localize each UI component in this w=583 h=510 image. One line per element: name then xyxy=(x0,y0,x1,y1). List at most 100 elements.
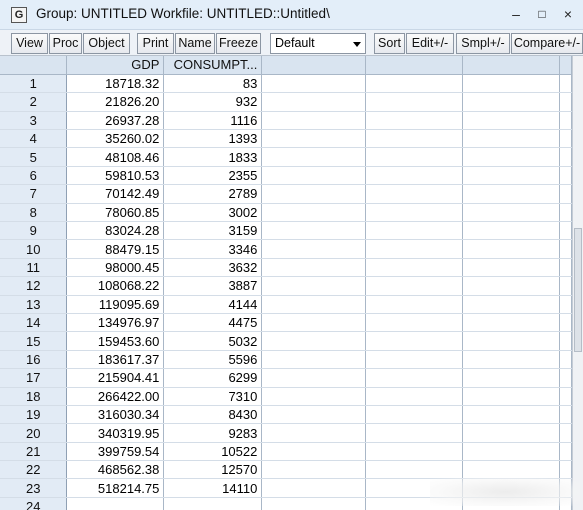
consumption-cell[interactable]: 1833 xyxy=(163,147,263,167)
empty-cell[interactable] xyxy=(462,258,560,278)
gdp-cell[interactable]: 119095.69 xyxy=(66,295,165,314)
empty-cell[interactable] xyxy=(261,497,367,510)
gdp-cell[interactable]: 21826.20 xyxy=(66,92,165,112)
consumption-cell[interactable]: 932 xyxy=(163,92,263,112)
consumption-cell[interactable]: 3632 xyxy=(163,258,263,278)
column-header-consumption[interactable]: CONSUMPT... xyxy=(163,56,263,75)
empty-cell[interactable] xyxy=(261,442,367,462)
consumption-cell[interactable]: 6299 xyxy=(163,368,263,388)
empty-cell[interactable] xyxy=(462,74,560,94)
consumption-cell[interactable]: 1393 xyxy=(163,129,263,149)
empty-cell[interactable] xyxy=(261,92,367,112)
empty-cell[interactable] xyxy=(462,368,560,388)
empty-cell[interactable] xyxy=(462,295,560,314)
table-row[interactable]: 2 21826.20 932 xyxy=(0,92,572,112)
row-header[interactable]: 24 xyxy=(0,497,68,510)
empty-cell[interactable] xyxy=(261,460,367,480)
row-header[interactable]: 16 xyxy=(0,350,68,370)
empty-cell[interactable] xyxy=(559,184,572,204)
column-header-empty[interactable] xyxy=(462,56,560,75)
empty-cell[interactable] xyxy=(462,442,560,462)
maximize-button[interactable]: □ xyxy=(529,3,555,27)
row-header[interactable]: 17 xyxy=(0,368,68,388)
gdp-cell[interactable]: 134976.97 xyxy=(66,313,165,333)
column-header-gdp[interactable]: GDP xyxy=(66,56,165,75)
table-row[interactable]: 20 340319.95 9283 xyxy=(0,423,572,443)
empty-cell[interactable] xyxy=(365,331,464,351)
row-header[interactable]: 19 xyxy=(0,405,68,425)
row-header[interactable]: 2 xyxy=(0,92,68,112)
empty-cell[interactable] xyxy=(559,387,572,406)
empty-cell[interactable] xyxy=(462,147,560,167)
display-format-dropdown[interactable]: Default xyxy=(270,33,366,54)
table-row[interactable]: 12 108068.22 3887 xyxy=(0,276,572,296)
consumption-cell[interactable] xyxy=(163,497,263,510)
empty-cell[interactable] xyxy=(261,405,367,425)
empty-cell[interactable] xyxy=(462,405,560,425)
empty-cell[interactable] xyxy=(559,258,572,278)
gdp-cell[interactable]: 340319.95 xyxy=(66,423,165,443)
empty-cell[interactable] xyxy=(365,258,464,278)
empty-cell[interactable] xyxy=(462,111,560,131)
row-header[interactable]: 5 xyxy=(0,147,68,167)
consumption-cell[interactable]: 7310 xyxy=(163,387,263,406)
empty-cell[interactable] xyxy=(261,166,367,186)
empty-cell[interactable] xyxy=(365,239,464,259)
table-row[interactable]: 1 18718.32 83 xyxy=(0,74,572,94)
empty-cell[interactable] xyxy=(365,111,464,131)
empty-cell[interactable] xyxy=(365,405,464,425)
empty-cell[interactable] xyxy=(365,368,464,388)
gdp-cell[interactable]: 399759.54 xyxy=(66,442,165,462)
gdp-cell[interactable]: 88479.15 xyxy=(66,239,165,259)
empty-cell[interactable] xyxy=(261,350,367,370)
gdp-cell[interactable]: 468562.38 xyxy=(66,460,165,480)
empty-cell[interactable] xyxy=(365,295,464,314)
empty-cell[interactable] xyxy=(559,313,572,333)
table-row[interactable]: 22 468562.38 12570 xyxy=(0,460,572,480)
row-header[interactable]: 18 xyxy=(0,387,68,406)
empty-cell[interactable] xyxy=(365,442,464,462)
empty-cell[interactable] xyxy=(261,368,367,388)
empty-cell[interactable] xyxy=(462,331,560,351)
row-header[interactable]: 11 xyxy=(0,258,68,278)
row-header[interactable]: 8 xyxy=(0,203,68,223)
row-header[interactable]: 1 xyxy=(0,74,68,94)
consumption-cell[interactable]: 83 xyxy=(163,74,263,94)
empty-cell[interactable] xyxy=(462,423,560,443)
table-row[interactable]: 3 26937.28 1116 xyxy=(0,111,572,131)
gdp-cell[interactable]: 316030.34 xyxy=(66,405,165,425)
empty-cell[interactable] xyxy=(365,74,464,94)
table-row[interactable]: 15 159453.60 5032 xyxy=(0,331,572,351)
empty-cell[interactable] xyxy=(261,147,367,167)
consumption-cell[interactable]: 1116 xyxy=(163,111,263,131)
empty-cell[interactable] xyxy=(261,111,367,131)
empty-cell[interactable] xyxy=(365,184,464,204)
empty-cell[interactable] xyxy=(365,203,464,223)
table-row[interactable]: 9 83024.28 3159 xyxy=(0,221,572,241)
consumption-cell[interactable]: 2355 xyxy=(163,166,263,186)
table-row[interactable]: 10 88479.15 3346 xyxy=(0,239,572,259)
empty-cell[interactable] xyxy=(261,258,367,278)
corner-cell[interactable] xyxy=(0,56,68,75)
consumption-cell[interactable]: 2789 xyxy=(163,184,263,204)
gdp-cell[interactable]: 18718.32 xyxy=(66,74,165,94)
empty-cell[interactable] xyxy=(559,276,572,296)
empty-cell[interactable] xyxy=(365,460,464,480)
gdp-cell[interactable]: 215904.41 xyxy=(66,368,165,388)
empty-cell[interactable] xyxy=(462,239,560,259)
consumption-cell[interactable]: 10522 xyxy=(163,442,263,462)
consumption-cell[interactable]: 3002 xyxy=(163,203,263,223)
empty-cell[interactable] xyxy=(261,203,367,223)
empty-cell[interactable] xyxy=(559,203,572,223)
consumption-cell[interactable]: 3346 xyxy=(163,239,263,259)
scrollbar-thumb[interactable] xyxy=(574,228,582,352)
sort-button[interactable]: Sort xyxy=(374,33,405,54)
empty-cell[interactable] xyxy=(559,460,572,480)
empty-cell[interactable] xyxy=(559,295,572,314)
gdp-cell[interactable]: 26937.28 xyxy=(66,111,165,131)
empty-cell[interactable] xyxy=(365,166,464,186)
table-row[interactable]: 5 48108.46 1833 xyxy=(0,147,572,167)
empty-cell[interactable] xyxy=(462,92,560,112)
consumption-cell[interactable]: 4475 xyxy=(163,313,263,333)
gdp-cell[interactable]: 183617.37 xyxy=(66,350,165,370)
